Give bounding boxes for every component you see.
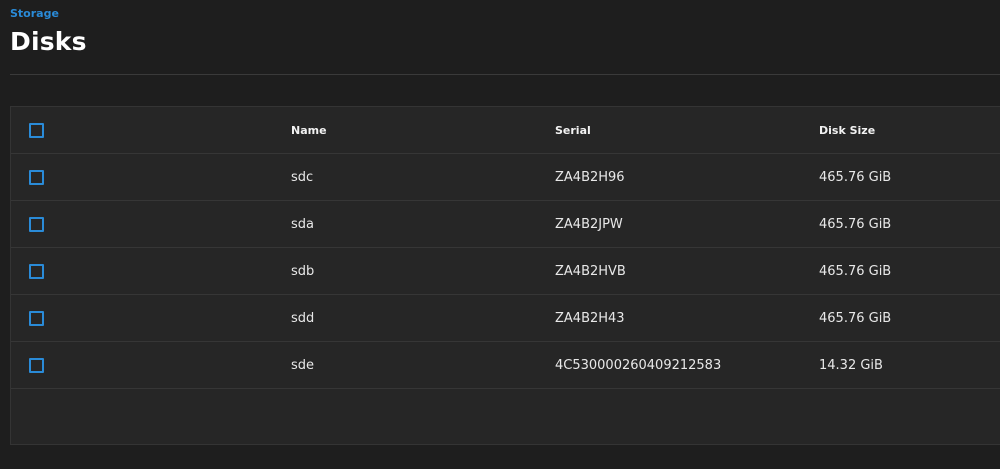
row-select-cell	[29, 154, 44, 200]
disk-name: sde	[291, 357, 315, 373]
row-checkbox[interactable]	[29, 357, 44, 373]
disk-serial: 4C530000260409212583	[555, 357, 722, 373]
disk-size: 14.32 GiB	[819, 357, 883, 373]
table-row[interactable]: sda ZA4B2JPW 465.76 GiB	[11, 201, 1000, 248]
row-checkbox[interactable]	[29, 169, 44, 185]
disk-size: 465.76 GiB	[819, 263, 892, 279]
disks-table: Name Serial Disk Size sdc ZA4B2H96 465.7…	[10, 106, 1000, 445]
row-checkbox[interactable]	[29, 216, 44, 232]
disks-page: Storage Disks Name Serial Disk Size sdc …	[0, 0, 1000, 469]
table-row[interactable]: sde 4C530000260409212583 14.32 GiB	[11, 342, 1000, 389]
disk-size: 465.76 GiB	[819, 216, 892, 232]
breadcrumb-storage[interactable]: Storage	[10, 7, 59, 20]
disk-serial: ZA4B2H96	[555, 169, 625, 185]
row-select-cell	[29, 342, 44, 388]
header-divider	[10, 74, 1000, 75]
column-header-serial[interactable]: Serial	[555, 107, 591, 153]
disk-serial: ZA4B2HVB	[555, 263, 626, 279]
row-select-cell	[29, 201, 44, 247]
disk-name: sda	[291, 216, 314, 232]
disk-serial: ZA4B2H43	[555, 310, 625, 326]
disk-name: sdd	[291, 310, 315, 326]
row-select-cell	[29, 248, 44, 294]
page-title: Disks	[10, 27, 87, 56]
column-header-disk-size[interactable]: Disk Size	[819, 107, 875, 153]
row-checkbox[interactable]	[29, 263, 44, 279]
row-checkbox[interactable]	[29, 310, 44, 326]
table-row[interactable]: sdd ZA4B2H43 465.76 GiB	[11, 295, 1000, 342]
disk-size: 465.76 GiB	[819, 310, 892, 326]
select-all-checkbox[interactable]	[29, 122, 44, 138]
disk-size: 465.76 GiB	[819, 169, 892, 185]
row-select-cell	[29, 295, 44, 341]
column-header-name[interactable]: Name	[291, 107, 327, 153]
table-row[interactable]: sdc ZA4B2H96 465.76 GiB	[11, 154, 1000, 201]
table-header-row: Name Serial Disk Size	[11, 107, 1000, 154]
disk-serial: ZA4B2JPW	[555, 216, 623, 232]
disk-name: sdb	[291, 263, 315, 279]
disk-name: sdc	[291, 169, 314, 185]
select-all-cell	[29, 107, 44, 153]
table-row[interactable]: sdb ZA4B2HVB 465.76 GiB	[11, 248, 1000, 295]
